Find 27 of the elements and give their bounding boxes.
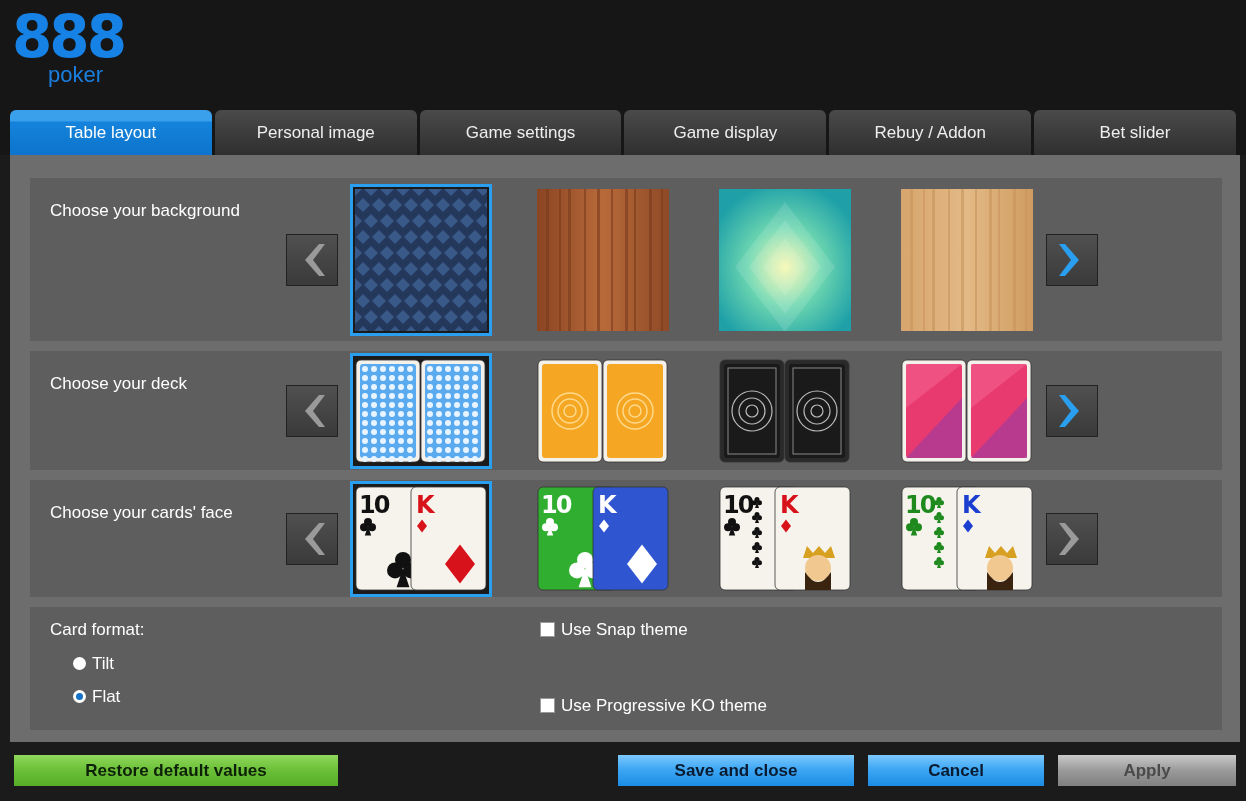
checkbox-label: Use Snap theme <box>561 619 688 641</box>
next-button[interactable] <box>1046 384 1098 437</box>
face-option[interactable]: 10 K <box>350 480 492 597</box>
tab[interactable]: Rebuy / Addon <box>829 110 1032 155</box>
tab[interactable]: Game settings <box>419 110 622 155</box>
tab[interactable]: Personal image <box>214 110 417 155</box>
checkbox[interactable] <box>540 697 555 713</box>
footer-button[interactable]: Cancel <box>868 755 1044 786</box>
card-format-label: Card format: <box>50 619 146 641</box>
checkbox[interactable] <box>540 622 555 638</box>
radio-label: Tilt <box>92 652 115 675</box>
row-label: Choose your deck <box>49 373 189 395</box>
radio-button[interactable] <box>73 656 86 670</box>
tab[interactable]: Game display <box>624 110 827 155</box>
checkbox-label: Use Progressive KO theme <box>561 694 767 717</box>
row-label: Choose your background <box>49 200 241 222</box>
row-label: Choose your cards' face <box>49 502 234 524</box>
tab[interactable]: Bet slider <box>1034 110 1236 155</box>
next-button[interactable] <box>1046 233 1098 286</box>
radio-label: Flat <box>92 686 121 708</box>
background-option[interactable] <box>350 183 492 336</box>
deck-option[interactable] <box>350 352 492 469</box>
footer-button[interactable]: Save and close <box>618 755 854 786</box>
logo: 888 poker <box>12 14 125 86</box>
footer-button[interactable]: Restore default values <box>14 755 338 786</box>
radio-button[interactable] <box>73 690 86 704</box>
tab[interactable]: Table layout <box>10 110 212 155</box>
